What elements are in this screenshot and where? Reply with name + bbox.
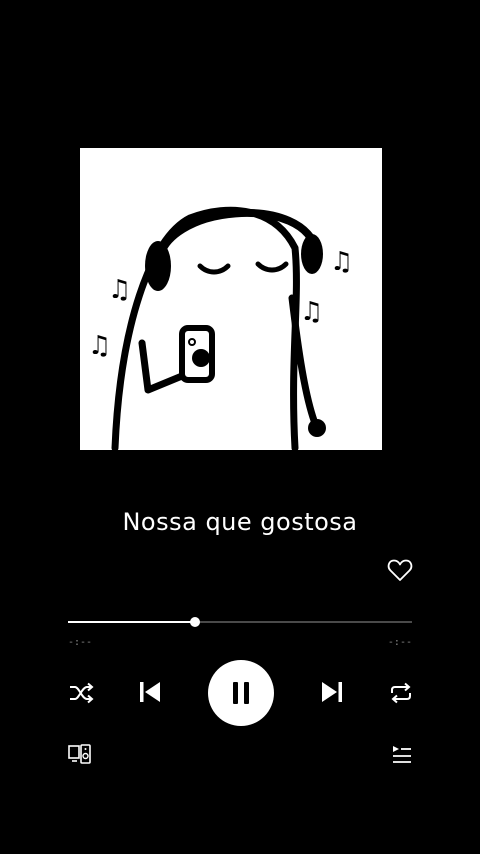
like-button[interactable] [386, 557, 414, 583]
previous-button[interactable] [134, 676, 166, 708]
skip-next-icon [322, 682, 342, 702]
track-title: Nossa que gostosa [122, 508, 358, 536]
svg-text:♫: ♫ [88, 331, 111, 361]
artwork-illustration: ♫ ♫ ♫ ♫ [80, 148, 382, 450]
devices-button[interactable] [66, 741, 94, 767]
shuffle-icon [70, 682, 94, 704]
queue-button[interactable] [388, 741, 416, 767]
svg-text:♫: ♫ [300, 297, 323, 327]
svg-text:♫: ♫ [330, 247, 353, 277]
progress-fill [68, 621, 196, 623]
progress-thumb[interactable] [190, 617, 201, 627]
elapsed-time: -:-- [68, 637, 93, 648]
pause-icon [233, 682, 249, 704]
play-pause-button[interactable] [208, 660, 274, 726]
repeat-button[interactable] [386, 678, 416, 708]
svg-text:♫: ♫ [108, 275, 131, 305]
shuffle-button[interactable] [66, 678, 96, 708]
playback-progress-slider[interactable] [68, 615, 412, 629]
devices-icon [68, 744, 91, 764]
heart-outline-icon [387, 559, 413, 581]
skip-previous-icon [140, 682, 160, 702]
next-button[interactable] [316, 676, 348, 708]
album-artwork: ♫ ♫ ♫ ♫ [80, 148, 382, 450]
remaining-time: -:-- [387, 637, 412, 648]
queue-icon [393, 746, 411, 763]
repeat-icon [391, 682, 411, 704]
